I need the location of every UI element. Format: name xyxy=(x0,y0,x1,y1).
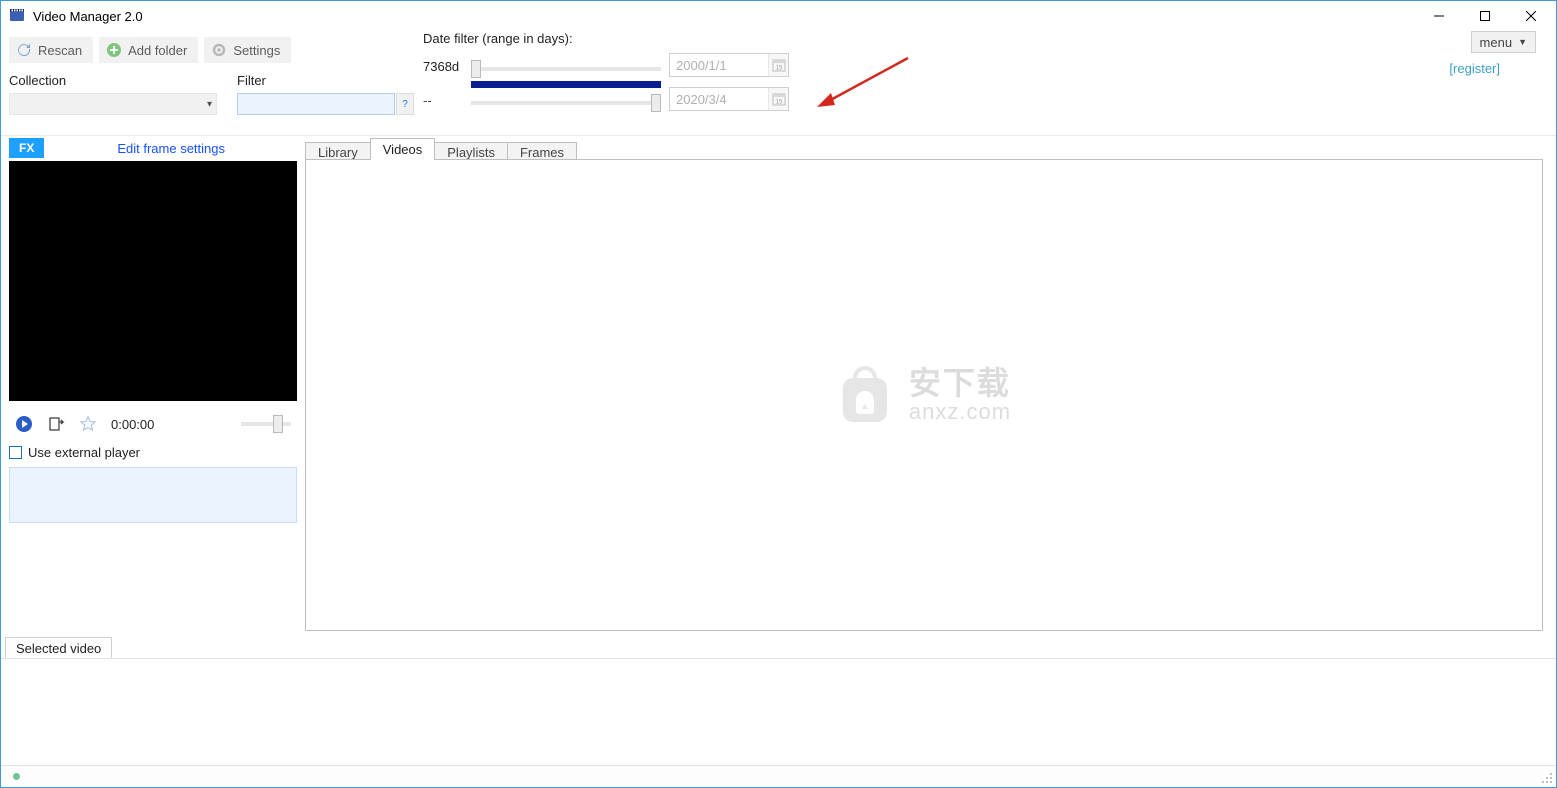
info-box xyxy=(9,467,297,523)
date-range-fill xyxy=(471,81,661,88)
external-player-label: Use external player xyxy=(28,445,140,460)
volume-slider[interactable] xyxy=(241,422,291,426)
edit-frame-settings-link[interactable]: Edit frame settings xyxy=(117,141,225,156)
date-range-slider-bottom[interactable] xyxy=(471,93,661,113)
status-indicator-icon xyxy=(13,773,20,780)
annotation-arrow-icon xyxy=(813,53,913,113)
days-value: 7368d xyxy=(423,59,459,74)
collection-combobox[interactable]: ▾ xyxy=(9,93,217,115)
fx-row: FX Edit frame settings xyxy=(9,137,297,159)
filter-help-button[interactable]: ? xyxy=(396,93,414,115)
main-content-pane: 安下载 anxz.com xyxy=(305,159,1543,631)
play-button[interactable] xyxy=(15,415,33,433)
upper-panel: Rescan Add folder Settings Collection Fi… xyxy=(1,31,1556,137)
star-icon[interactable] xyxy=(79,415,97,433)
triangle-down-icon: ▼ xyxy=(1518,37,1527,47)
collection-label: Collection xyxy=(9,73,66,88)
close-button[interactable] xyxy=(1508,1,1554,31)
maximize-button[interactable] xyxy=(1462,1,1508,31)
gear-icon xyxy=(211,42,227,58)
date-range-slider-top[interactable] xyxy=(471,59,661,79)
date-from-value: 2000/1/1 xyxy=(676,58,727,73)
fx-button[interactable]: FX xyxy=(9,138,44,158)
export-icon[interactable] xyxy=(47,415,65,433)
bottom-tab-selected-video[interactable]: Selected video xyxy=(5,637,112,659)
bottom-divider xyxy=(1,658,1556,660)
minimize-button[interactable] xyxy=(1416,1,1462,31)
plus-icon xyxy=(106,42,122,58)
toolbar-left: Rescan Add folder Settings xyxy=(9,37,291,63)
date-filter-label: Date filter (range in days): xyxy=(423,31,573,46)
statusbar xyxy=(1,765,1556,787)
playback-time: 0:00:00 xyxy=(111,417,154,432)
app-icon xyxy=(9,8,25,24)
refresh-icon xyxy=(16,42,32,58)
watermark-line2: anxz.com xyxy=(909,400,1011,423)
window-controls xyxy=(1416,1,1554,31)
tab-videos[interactable]: Videos xyxy=(370,138,436,160)
divider xyxy=(1,135,1556,136)
date-to-value: 2020/3/4 xyxy=(676,92,727,107)
menu-label: menu xyxy=(1480,35,1513,50)
svg-text:15: 15 xyxy=(775,66,782,72)
register-link[interactable]: [register] xyxy=(1449,61,1500,76)
settings-button[interactable]: Settings xyxy=(204,37,291,63)
date-filter-dashes: -- xyxy=(423,93,432,108)
filter-input[interactable] xyxy=(237,93,395,115)
settings-label: Settings xyxy=(233,43,280,58)
date-to-input[interactable]: 2020/3/4 15 xyxy=(669,87,789,111)
main-tabs: Library Videos Playlists Frames xyxy=(305,138,576,160)
external-player-checkbox[interactable] xyxy=(9,446,22,459)
menu-button[interactable]: menu ▼ xyxy=(1471,31,1536,53)
chevron-down-icon: ▾ xyxy=(207,99,212,110)
player-controls: 0:00:00 xyxy=(9,411,297,437)
svg-text:15: 15 xyxy=(775,100,782,106)
watermark-line1: 安下载 xyxy=(909,367,1011,401)
add-folder-button[interactable]: Add folder xyxy=(99,37,198,63)
video-preview[interactable] xyxy=(9,161,297,401)
calendar-icon[interactable]: 15 xyxy=(768,54,788,76)
calendar-icon[interactable]: 15 xyxy=(768,88,788,110)
watermark: 安下载 anxz.com xyxy=(837,364,1011,426)
add-folder-label: Add folder xyxy=(128,43,187,58)
filter-label: Filter xyxy=(237,73,266,88)
external-player-row: Use external player xyxy=(9,445,140,460)
resize-grip-icon[interactable] xyxy=(1540,771,1554,785)
window-title: Video Manager 2.0 xyxy=(33,9,143,24)
titlebar: Video Manager 2.0 xyxy=(1,1,1556,31)
rescan-button[interactable]: Rescan xyxy=(9,37,93,63)
date-from-input[interactable]: 2000/1/1 15 xyxy=(669,53,789,77)
rescan-label: Rescan xyxy=(38,43,82,58)
